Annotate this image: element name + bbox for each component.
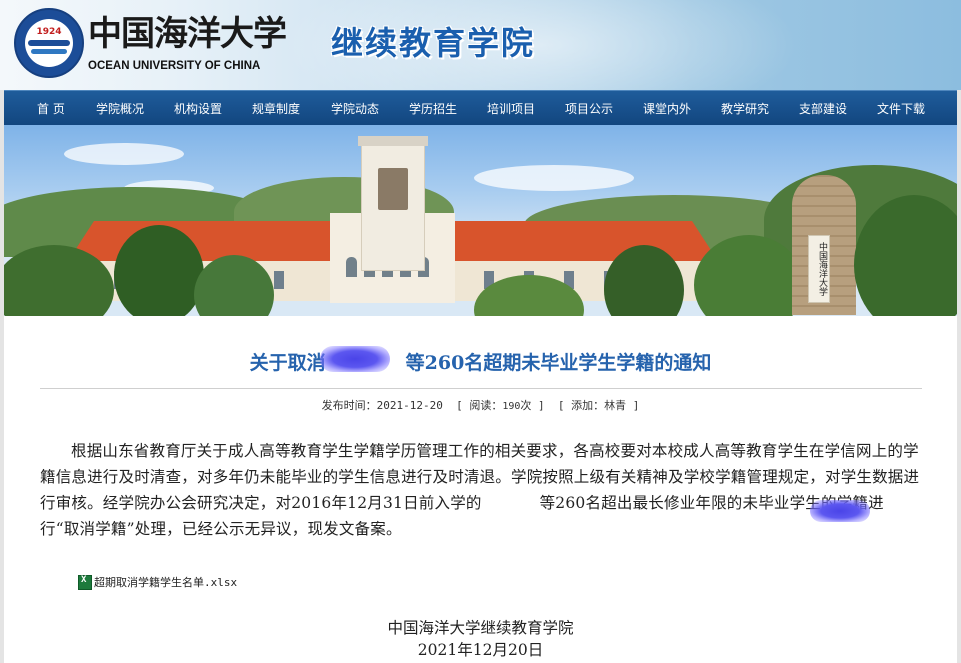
tower-window — [378, 168, 408, 210]
nav-item-party-branch[interactable]: 支部建设 — [799, 100, 847, 117]
arch-window — [346, 257, 357, 277]
campus-banner: 中国海洋大学 — [4, 125, 957, 316]
excel-file-icon — [78, 574, 92, 590]
clock-tower — [358, 136, 428, 271]
nav-item-classroom[interactable]: 课堂内外 — [643, 100, 691, 117]
article-body: 根据山东省教育厅关于成人高等教育学生学籍学历管理工作的相关要求，各高校要对本校成… — [40, 438, 920, 542]
nav-item-about[interactable]: 学院概况 — [96, 100, 144, 117]
attachment-filename[interactable]: 超期取消学籍学生名单.xlsx — [94, 574, 237, 590]
article-meta: 发布时间：2021-12-20 [ 阅读：190次 ] [ 添加：林青 ] — [4, 397, 957, 413]
author-name: 林青 — [604, 399, 627, 412]
author-suffix: ] — [632, 399, 640, 412]
redaction-blur — [320, 346, 390, 372]
redaction-blur — [810, 500, 870, 522]
article-title-prefix: 关于取消 — [249, 352, 326, 374]
signature-date: 2021年12月20日 — [417, 641, 544, 659]
cloud — [474, 165, 634, 191]
window — [274, 271, 284, 289]
nav-item-project-notice[interactable]: 项目公示 — [565, 100, 613, 117]
monument-plate: 中国海洋大学 — [808, 235, 830, 303]
nav-item-training[interactable]: 培训项目 — [487, 100, 535, 117]
site-title: 继续教育学院 — [331, 24, 536, 62]
main-nav: 首 页 学院概况 机构设置 规章制度 学院动态 学历招生 培训项目 项目公示 课… — [4, 90, 957, 125]
views-label: [ 阅读： — [456, 399, 503, 412]
logo-wave-icon-2 — [31, 49, 67, 54]
article-content: 关于取消 等260名超期未毕业学生学籍的通知 发布时间：2021-12-20 [ … — [4, 316, 957, 663]
tree — [114, 225, 204, 316]
attachment-link[interactable]: 超期取消学籍学生名单.xlsx — [78, 574, 237, 590]
university-logo[interactable]: 1924 — [14, 8, 84, 78]
nav-item-admissions[interactable]: 学历招生 — [409, 100, 457, 117]
article-title-suffix: 等260名超期未毕业学生学籍的通知 — [405, 352, 712, 374]
stone-monument: 中国海洋大学 — [792, 175, 856, 315]
author-label: [ 添加： — [557, 399, 605, 412]
logo-wave-icon — [28, 40, 70, 46]
article-title: 关于取消 等260名超期未毕业学生学籍的通知 — [4, 348, 957, 375]
tower-roof — [358, 136, 428, 146]
views-count: 190 — [502, 401, 521, 412]
title-divider — [40, 388, 922, 389]
nav-item-downloads[interactable]: 文件下载 — [877, 100, 925, 117]
nav-item-teaching-research[interactable]: 教学研究 — [721, 100, 769, 117]
nav-item-news[interactable]: 学院动态 — [331, 100, 379, 117]
logo-year: 1924 — [36, 27, 62, 37]
publish-date: 2021-12-20 — [376, 399, 443, 412]
cloud — [64, 143, 184, 165]
signature-organization: 中国海洋大学继续教育学院 — [387, 619, 574, 637]
site-header: 1924 中国海洋大学 OCEAN UNIVERSITY OF CHINA 继续… — [0, 0, 961, 90]
publish-label: 发布时间： — [321, 399, 377, 412]
views-suffix: 次 ] — [520, 399, 545, 412]
university-name-cn: 中国海洋大学 — [88, 14, 287, 54]
nav-item-regulations[interactable]: 规章制度 — [252, 100, 300, 117]
nav-item-home[interactable]: 首 页 — [37, 100, 65, 117]
university-name-en: OCEAN UNIVERSITY OF CHINA — [88, 60, 261, 72]
nav-item-organization[interactable]: 机构设置 — [174, 100, 222, 117]
